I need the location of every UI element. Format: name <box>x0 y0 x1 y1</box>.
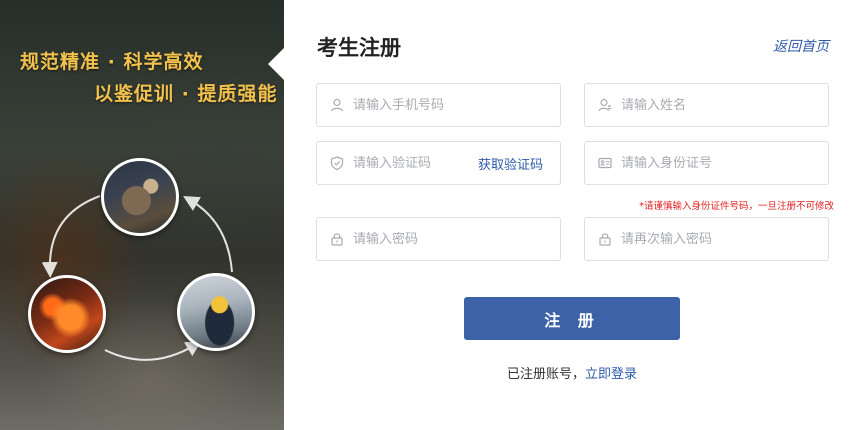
password-confirm-input[interactable] <box>621 231 828 247</box>
register-page: 规范精准 · 科学高效 以鉴促训 · 提质强能 考生注册 返回首页 请输入手机号… <box>0 0 860 430</box>
code-field[interactable]: 获取验证码 <box>316 141 561 185</box>
training-photo-top <box>101 158 179 236</box>
name-input[interactable] <box>621 97 828 113</box>
id-field[interactable] <box>584 141 829 185</box>
code-input[interactable] <box>353 155 478 171</box>
login-link[interactable]: 立即登录 <box>585 367 637 382</box>
phone-field[interactable] <box>316 83 561 127</box>
id-input[interactable] <box>621 155 828 171</box>
id-card-icon <box>598 156 612 170</box>
training-photo-left <box>28 275 106 353</box>
lock-icon <box>598 232 612 246</box>
id-warning-text: *请谨慎输入身份证件号码，一旦注册不可修改 <box>639 201 834 212</box>
password-field[interactable] <box>316 217 561 261</box>
register-form: 考生注册 返回首页 获取验证码 <box>284 0 860 430</box>
name-field[interactable] <box>584 83 829 127</box>
password-confirm-field[interactable] <box>584 217 829 261</box>
user-icon <box>330 98 344 112</box>
phone-input[interactable] <box>353 97 560 113</box>
shield-check-icon <box>330 156 344 170</box>
get-code-button[interactable]: 获取验证码 <box>478 154 543 173</box>
promo-banner: 规范精准 · 科学高效 以鉴促训 · 提质强能 <box>0 0 284 430</box>
password-input[interactable] <box>353 231 560 247</box>
lock-icon <box>330 232 344 246</box>
page-title: 考生注册 <box>317 36 401 60</box>
back-home-link[interactable]: 返回首页 <box>773 36 829 56</box>
register-button[interactable]: 注 册 <box>464 297 680 340</box>
login-prompt: 已注册账号，立即登录 <box>284 363 860 382</box>
banner-notch <box>268 48 284 80</box>
have-account-text: 已注册账号， <box>506 367 585 382</box>
user-badge-icon <box>598 98 612 112</box>
training-photo-right <box>177 273 255 351</box>
